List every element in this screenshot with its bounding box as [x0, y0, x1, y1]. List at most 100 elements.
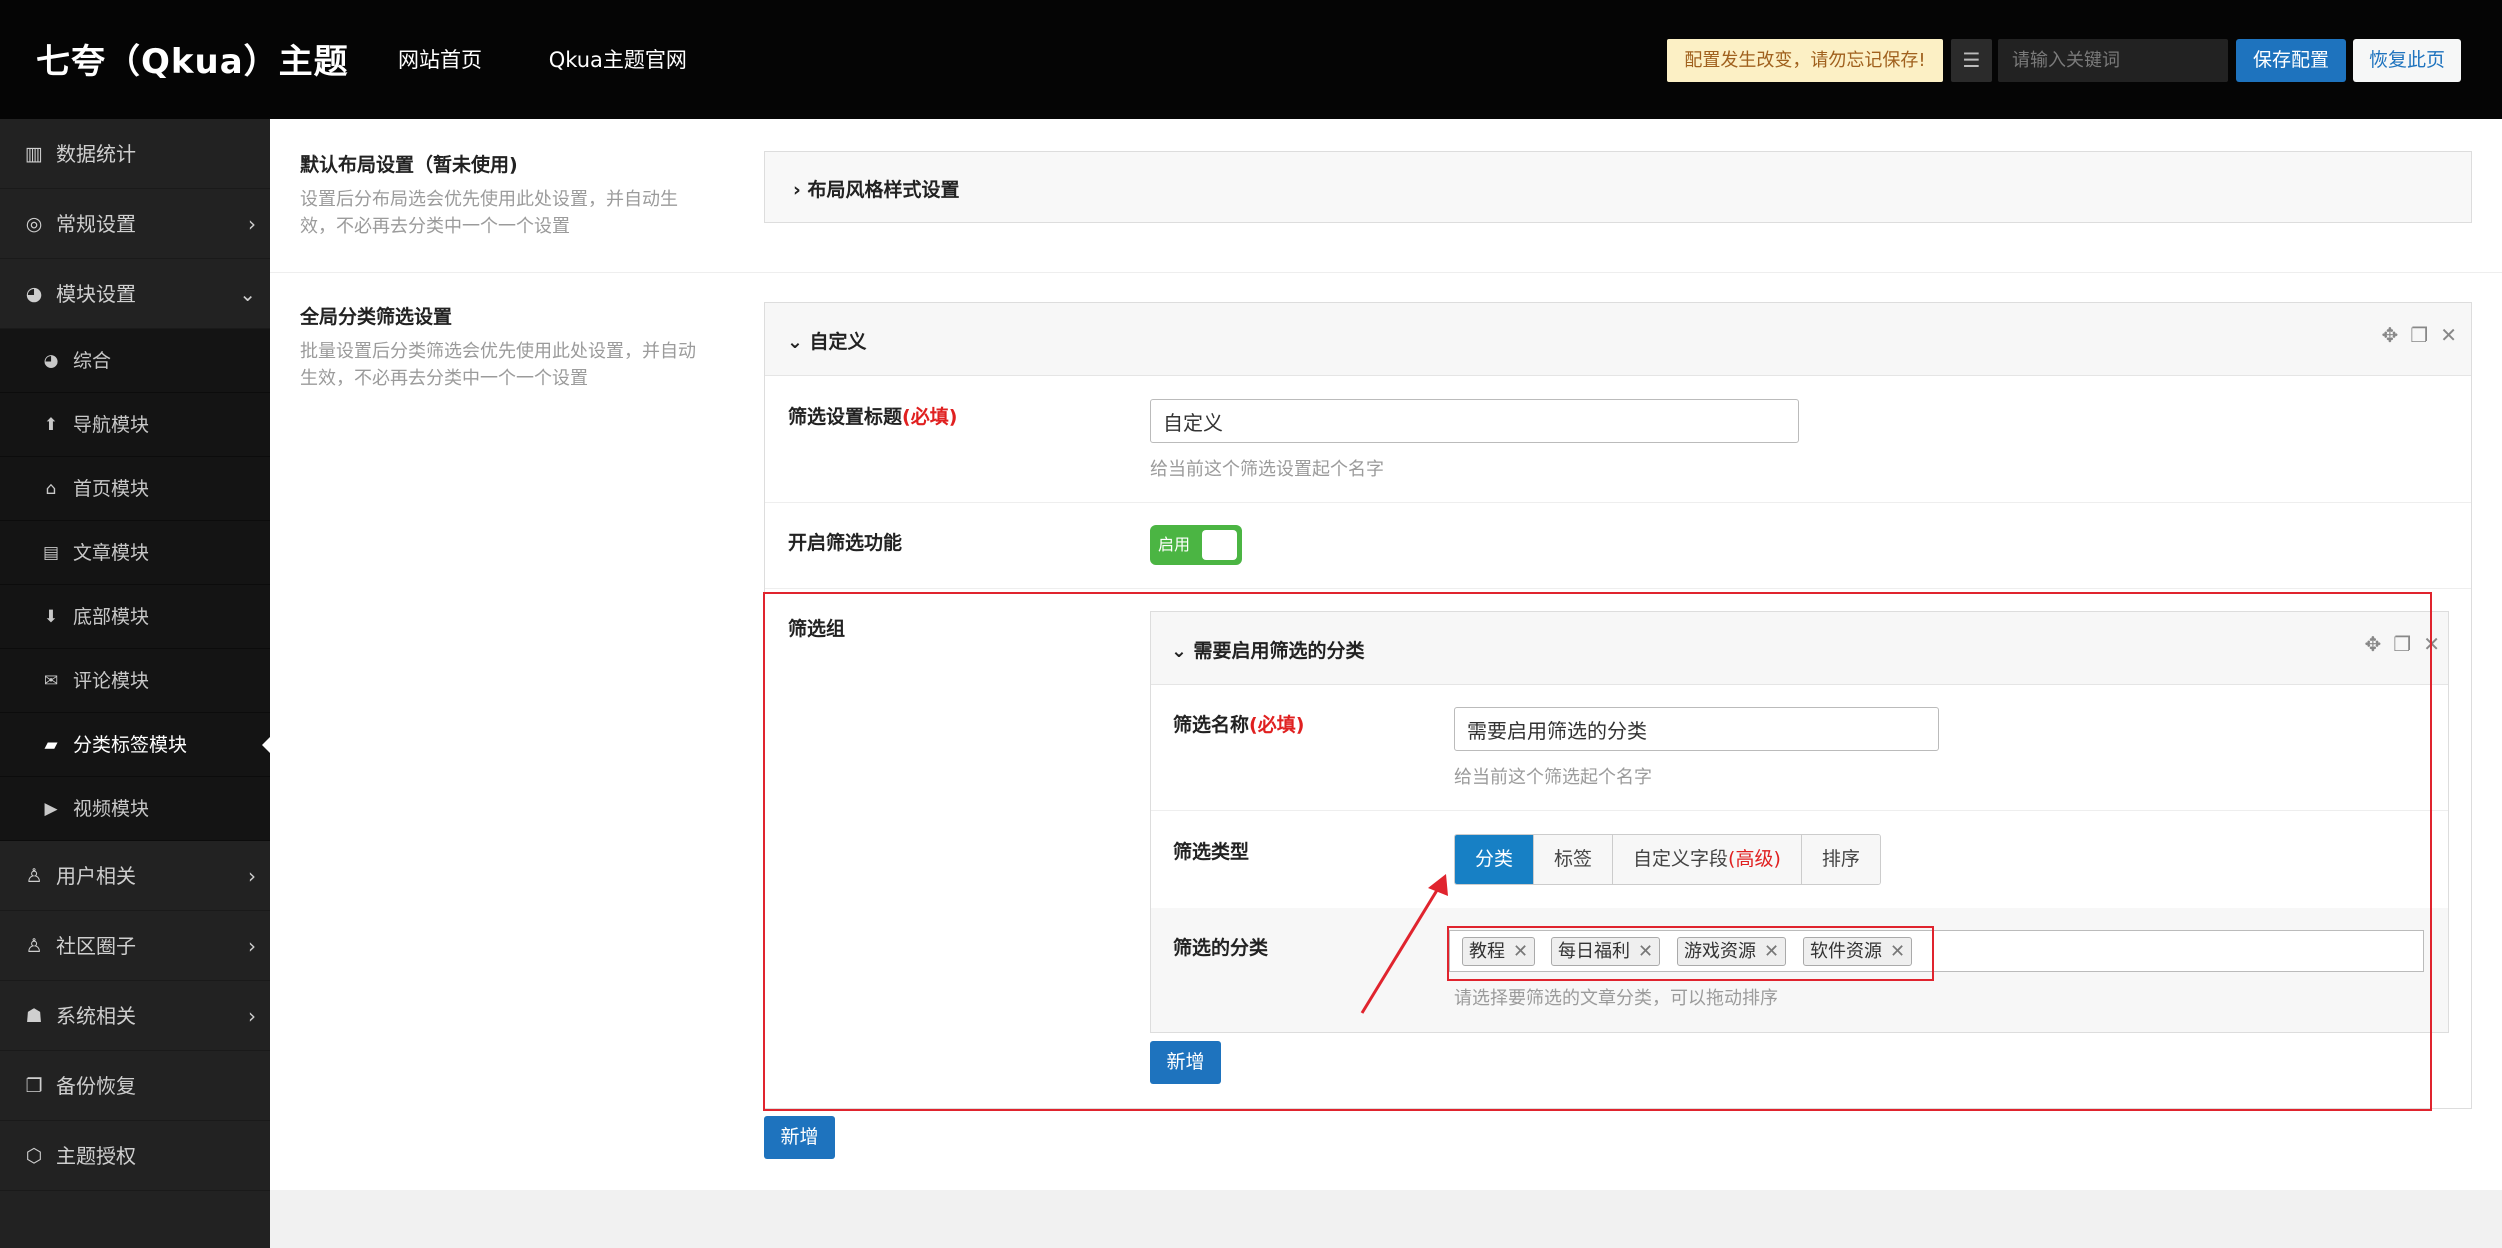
search-input[interactable]: [1998, 39, 2228, 82]
sidebar-item-community[interactable]: ♙ 社区圈子 ›: [0, 911, 270, 981]
enable-filter-label: 开启筛选功能: [788, 532, 903, 554]
sidebar-item-modules[interactable]: ◕ 模块设置 ⌄: [0, 259, 270, 329]
user-icon: ♙: [25, 865, 43, 887]
nav-official-link[interactable]: Qkua主题官网: [549, 44, 687, 74]
chevron-right-icon: ›: [248, 934, 256, 958]
sidebar-sub-label: 文章模块: [73, 542, 150, 564]
sidebar-item-label: 模块设置: [56, 282, 136, 306]
folder-open-icon: ▰: [44, 735, 58, 755]
sidebar-sub-comment[interactable]: ✉ 评论模块: [0, 649, 270, 713]
pie-icon: ◕: [43, 351, 59, 371]
layout-desc-line: 效，不必再去分类中一个一个设置: [300, 216, 570, 237]
nav-home-link[interactable]: 网站首页: [398, 44, 482, 74]
sidebar-sub-home[interactable]: ⌂ 首页模块: [0, 457, 270, 521]
copy-icon: ❐: [25, 1075, 43, 1097]
required-mark: (必填): [902, 406, 958, 428]
close-icon[interactable]: ✕: [2440, 323, 2457, 347]
row-divider: [765, 502, 2471, 503]
comments-icon: ✉: [43, 671, 59, 691]
accordion-label: › 布局风格样式设置: [793, 175, 959, 202]
filter-title-label: 筛选设置标题(必填): [788, 402, 957, 429]
highlight-box-group: [763, 592, 2432, 1111]
sidebar-sub-label: 综合: [73, 350, 112, 372]
layout-section-title: 默认布局设置（暂未使用): [300, 154, 518, 176]
sidebar-item-general[interactable]: ◎ 常规设置 ›: [0, 189, 270, 259]
highlight-box-tags: [1447, 926, 1934, 981]
gitlab-icon: ⬡: [25, 1145, 43, 1167]
label-text: 筛选设置标题: [788, 406, 903, 428]
target-icon: ◎: [25, 213, 43, 235]
layout-style-accordion[interactable]: › 布局风格样式设置: [764, 151, 2472, 223]
sidebar-item-label: 用户相关: [56, 864, 136, 888]
panel-title-text: 自定义: [809, 331, 867, 353]
play-circle-icon: ▶: [44, 799, 58, 819]
filter-desc-line: 生效，不必再去分类中一个一个设置: [300, 368, 588, 389]
arrow-down-circle-icon: ⬇: [43, 607, 59, 627]
toggle-label: 启用: [1158, 535, 1191, 554]
toggle-knob: [1202, 530, 1237, 560]
layout-desc-line: 设置后分布局选会优先使用此处设置，并自动生: [300, 189, 678, 210]
file-icon: ▤: [42, 543, 60, 563]
sidebar-item-label: 社区圈子: [56, 934, 136, 958]
annotation-arrow: [1360, 874, 1448, 1014]
save-config-button[interactable]: 保存配置: [2236, 39, 2346, 82]
sidebar-item-label: 常规设置: [56, 212, 136, 236]
sidebar-sub-general[interactable]: ◕ 综合: [0, 329, 270, 393]
expand-all-icon[interactable]: ☰: [1951, 39, 1992, 82]
sidebar-item-label: 数据统计: [56, 142, 136, 166]
sidebar-sub-video[interactable]: ▶ 视频模块: [0, 777, 270, 841]
sidebar-sub-category-tag[interactable]: ▰ 分类标签模块: [0, 713, 270, 777]
sidebar-sub-label: 首页模块: [73, 478, 150, 500]
chevron-right-icon: ›: [248, 864, 256, 888]
top-header: 七夸（Qkua）主题 网站首页 Qkua主题官网 配置发生改变，请勿忘记保存! …: [0, 0, 2502, 119]
sidebar-sub-label: 分类标签模块: [73, 734, 188, 756]
add-filter-button[interactable]: 新增: [764, 1116, 835, 1159]
filter-section-title: 全局分类筛选设置: [300, 306, 453, 328]
chevron-right-icon: ›: [248, 1004, 256, 1028]
sidebar-item-label: 系统相关: [56, 1004, 136, 1028]
unsaved-notice: 配置发生改变，请勿忘记保存!: [1667, 39, 1943, 82]
pie-icon: ◕: [25, 283, 43, 305]
filter-title-help: 给当前这个筛选设置起个名字: [1150, 459, 1384, 480]
chevron-down-icon: ⌄: [787, 331, 810, 353]
sidebar-sub-footer[interactable]: ⬇ 底部模块: [0, 585, 270, 649]
row-divider: [765, 588, 2471, 589]
filter-section-desc: 批量设置后分类筛选会优先使用此处设置，并自动 生效，不必再去分类中一个一个设置: [300, 338, 740, 392]
chevron-right-icon: ›: [793, 179, 808, 201]
sidebar-item-license[interactable]: ⬡ 主题授权: [0, 1121, 270, 1191]
chart-icon: ▥: [25, 143, 43, 165]
arrow-up-circle-icon: ⬆: [43, 415, 59, 435]
accordion-title: 布局风格样式设置: [807, 179, 960, 201]
user-icon: ♙: [25, 935, 43, 957]
chevron-down-icon: ⌄: [239, 282, 256, 306]
sidebar-sub-article[interactable]: ▤ 文章模块: [0, 521, 270, 585]
layout-section-desc: 设置后分布局选会优先使用此处设置，并自动生 效，不必再去分类中一个一个设置: [300, 186, 740, 240]
sidebar-sub-label: 导航模块: [73, 414, 150, 436]
enable-filter-toggle[interactable]: 启用: [1150, 525, 1242, 565]
panel-header[interactable]: ⌄ 自定义 ✥ ❐ ✕: [765, 303, 2471, 376]
chevron-right-icon: ›: [248, 212, 256, 236]
panel-title: ⌄ 自定义: [787, 327, 867, 354]
top-nav: 网站首页 Qkua主题官网: [398, 44, 747, 74]
sidebar-item-user[interactable]: ♙ 用户相关 ›: [0, 841, 270, 911]
sidebar-sub-nav[interactable]: ⬆ 导航模块: [0, 393, 270, 457]
clone-icon[interactable]: ❐: [2410, 323, 2428, 347]
sidebar-item-system[interactable]: ☗ 系统相关 ›: [0, 981, 270, 1051]
sidebar-item-backup[interactable]: ❐ 备份恢复: [0, 1051, 270, 1121]
filter-desc-line: 批量设置后分类筛选会优先使用此处设置，并自动: [300, 341, 696, 362]
filter-title-input[interactable]: [1150, 399, 1799, 443]
move-icon[interactable]: ✥: [2382, 323, 2399, 347]
sidebar-item-stats[interactable]: ▥ 数据统计: [0, 119, 270, 189]
section-divider: [270, 272, 2502, 273]
sidebar-sub-label: 视频模块: [73, 798, 150, 820]
robot-icon: ☗: [25, 1005, 43, 1027]
brand-title: 七夸（Qkua）主题: [36, 42, 349, 82]
sidebar-item-label: 备份恢复: [56, 1074, 136, 1098]
sidebar-item-label: 主题授权: [56, 1144, 136, 1168]
home-icon: ⌂: [45, 479, 57, 499]
restore-page-button[interactable]: 恢复此页: [2353, 39, 2461, 82]
sidebar-sub-label: 评论模块: [73, 670, 150, 692]
sidebar: ▥ 数据统计 ◎ 常规设置 › ◕ 模块设置 ⌄ ◕ 综合 ⬆ 导航模块 ⌂ 首页模块…: [0, 119, 270, 1248]
footer-area: [270, 1190, 2502, 1248]
sidebar-sub-label: 底部模块: [73, 606, 150, 628]
